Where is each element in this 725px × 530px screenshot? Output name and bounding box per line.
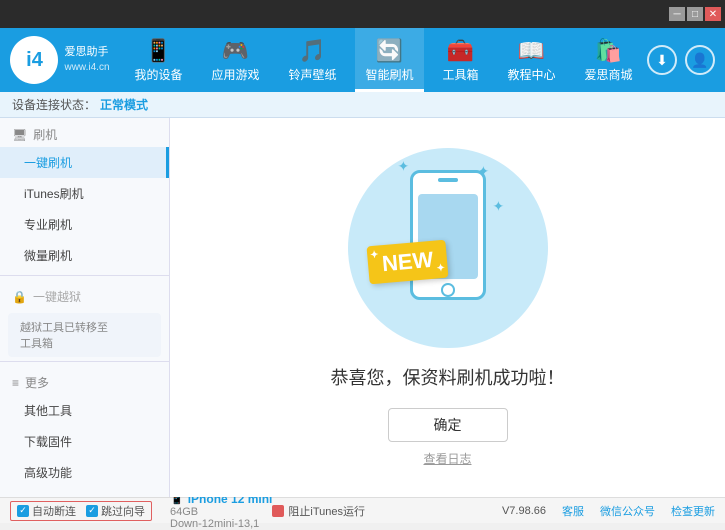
bottom-right: V7.98.66 客服 微信公众号 检查更新 bbox=[502, 503, 715, 519]
nav-ringtone[interactable]: 🎵 铃声壁纸 bbox=[278, 28, 346, 92]
nav-smart-flash[interactable]: 🔄 智能刷机 bbox=[355, 28, 423, 92]
nav-ringtone-label: 铃声壁纸 bbox=[288, 66, 336, 83]
sidebar: 🖥 刷机 一键刷机 iTunes刷机 专业刷机 微量刷机 🔒 一键越狱 越狱工具… bbox=[0, 118, 170, 497]
nav-apps-games-label: 应用游戏 bbox=[211, 66, 259, 83]
nav-store-label: 爱思商城 bbox=[584, 66, 632, 83]
more-icon: ≡ bbox=[12, 376, 19, 390]
nav-items: 📱 我的设备 🎮 应用游戏 🎵 铃声壁纸 🔄 智能刷机 🧰 工具箱 📖 教程中心… bbox=[120, 28, 647, 92]
sidebar-section-flash: 🖥 刷机 bbox=[0, 118, 169, 147]
user-button[interactable]: 👤 bbox=[685, 45, 715, 75]
user-icon: 👤 bbox=[691, 52, 708, 69]
nav-apps-games[interactable]: 🎮 应用游戏 bbox=[201, 28, 269, 92]
titlebar: ─ □ ✕ bbox=[0, 0, 725, 28]
skip-wizard-checkbox-item[interactable]: ✓ 跳过向导 bbox=[86, 503, 145, 519]
sidebar-divider2 bbox=[0, 361, 169, 362]
games-icon: 🎮 bbox=[222, 38, 249, 64]
wechat-link[interactable]: 微信公众号 bbox=[600, 503, 655, 519]
nav-store[interactable]: 🛍️ 爱思商城 bbox=[574, 28, 642, 92]
ringtone-icon: 🎵 bbox=[299, 38, 326, 64]
nav-toolbox-label: 工具箱 bbox=[442, 66, 478, 83]
auto-disconnect-checkbox-item[interactable]: ✓ 自动断连 bbox=[17, 503, 76, 519]
nav-smart-flash-label: 智能刷机 bbox=[365, 66, 413, 83]
view-log-link[interactable]: 查看日志 bbox=[423, 450, 471, 467]
device-os: Down-12mini-13,1 bbox=[170, 518, 272, 530]
auto-disconnect-checkbox[interactable]: ✓ bbox=[17, 505, 29, 517]
nav-my-device[interactable]: 📱 我的设备 bbox=[124, 28, 192, 92]
bottom-left: ✓ 自动断连 ✓ 跳过向导 📱 iPhone 12 mini 64GB Down… bbox=[10, 492, 272, 530]
sidebar-item-other-tools[interactable]: 其他工具 bbox=[0, 395, 169, 426]
version-label: V7.98.66 bbox=[502, 505, 546, 517]
nav-right: ⬇ 👤 bbox=[647, 45, 725, 75]
sidebar-section-more: ≡ 更多 bbox=[0, 366, 169, 395]
download-icon: ⬇ bbox=[656, 52, 668, 69]
sidebar-item-one-click-flash[interactable]: 一键刷机 bbox=[0, 147, 169, 178]
tutorial-icon: 📖 bbox=[518, 38, 545, 64]
checkbox-area: ✓ 自动断连 ✓ 跳过向导 bbox=[10, 501, 152, 521]
confirm-button[interactable]: 确定 bbox=[388, 408, 508, 442]
bottom-mid: 阻止iTunes运行 bbox=[272, 503, 502, 519]
sidebar-item-download-firmware[interactable]: 下载固件 bbox=[0, 426, 169, 457]
phone-illustration: ✦ ✦ ✦ NEW bbox=[348, 148, 548, 348]
update-link[interactable]: 检查更新 bbox=[671, 503, 715, 519]
nav-tutorial-label: 教程中心 bbox=[507, 66, 555, 83]
device-storage: 64GB bbox=[170, 506, 272, 518]
new-banner-text: NEW bbox=[366, 240, 448, 285]
toolbox-icon: 🧰 bbox=[447, 38, 474, 64]
nav-toolbox[interactable]: 🧰 工具箱 bbox=[432, 28, 488, 92]
download-button[interactable]: ⬇ bbox=[647, 45, 677, 75]
phone-speaker bbox=[438, 178, 458, 182]
content-area: ✦ ✦ ✦ NEW 恭喜您，保资料刷机成功啦！ 确定 查看日志 bbox=[170, 118, 725, 497]
sparkle-icon-2: ✦ bbox=[493, 198, 505, 215]
main-area: 🖥 刷机 一键刷机 iTunes刷机 专业刷机 微量刷机 🔒 一键越狱 越狱工具… bbox=[0, 118, 725, 497]
itunes-stop-label: 阻止iTunes运行 bbox=[288, 503, 365, 519]
header: i4 爱思助手 www.i4.cn 📱 我的设备 🎮 应用游戏 🎵 铃声壁纸 🔄… bbox=[0, 28, 725, 92]
sidebar-jailbreak-note: 越狱工具已转移至工具箱 bbox=[8, 313, 161, 357]
flash-icon: 🔄 bbox=[376, 38, 403, 64]
statusbar-value: 正常模式 bbox=[100, 96, 148, 113]
minimize-button[interactable]: ─ bbox=[669, 7, 685, 21]
new-badge: NEW bbox=[368, 243, 458, 293]
sidebar-jailbreak-section: 🔒 一键越狱 bbox=[0, 280, 169, 309]
sidebar-item-pro-flash[interactable]: 专业刷机 bbox=[0, 209, 169, 240]
statusbar-label: 设备连接状态： bbox=[12, 96, 96, 113]
phone-icon: 📱 bbox=[145, 38, 172, 64]
skip-wizard-label: 跳过向导 bbox=[101, 503, 145, 519]
stop-icon bbox=[272, 505, 284, 517]
logo-icon: i4 bbox=[10, 36, 58, 84]
nav-my-device-label: 我的设备 bbox=[134, 66, 182, 83]
auto-disconnect-label: 自动断连 bbox=[32, 503, 76, 519]
computer-icon: 🖥 bbox=[12, 128, 27, 142]
sidebar-item-itunes-flash[interactable]: iTunes刷机 bbox=[0, 178, 169, 209]
sidebar-item-wipe-flash[interactable]: 微量刷机 bbox=[0, 240, 169, 271]
service-link[interactable]: 客服 bbox=[562, 503, 584, 519]
lock-icon: 🔒 bbox=[12, 290, 27, 304]
statusbar: 设备连接状态： 正常模式 bbox=[0, 92, 725, 118]
close-button[interactable]: ✕ bbox=[705, 7, 721, 21]
store-icon: 🛍️ bbox=[595, 38, 622, 64]
maximize-button[interactable]: □ bbox=[687, 7, 703, 21]
bottombar: ✓ 自动断连 ✓ 跳过向导 📱 iPhone 12 mini 64GB Down… bbox=[0, 497, 725, 523]
logo-text: 爱思助手 www.i4.cn bbox=[64, 45, 109, 74]
itunes-stop-area[interactable]: 阻止iTunes运行 bbox=[272, 503, 502, 519]
nav-tutorial[interactable]: 📖 教程中心 bbox=[497, 28, 565, 92]
sidebar-divider1 bbox=[0, 275, 169, 276]
success-message: 恭喜您，保资料刷机成功啦！ bbox=[331, 364, 565, 390]
logo-area: i4 爱思助手 www.i4.cn bbox=[0, 28, 120, 92]
device-info: 📱 iPhone 12 mini 64GB Down-12mini-13,1 bbox=[170, 492, 272, 530]
skip-wizard-checkbox[interactable]: ✓ bbox=[86, 505, 98, 517]
sidebar-item-advanced[interactable]: 高级功能 bbox=[0, 457, 169, 488]
sparkle-icon-3: ✦ bbox=[398, 158, 410, 175]
